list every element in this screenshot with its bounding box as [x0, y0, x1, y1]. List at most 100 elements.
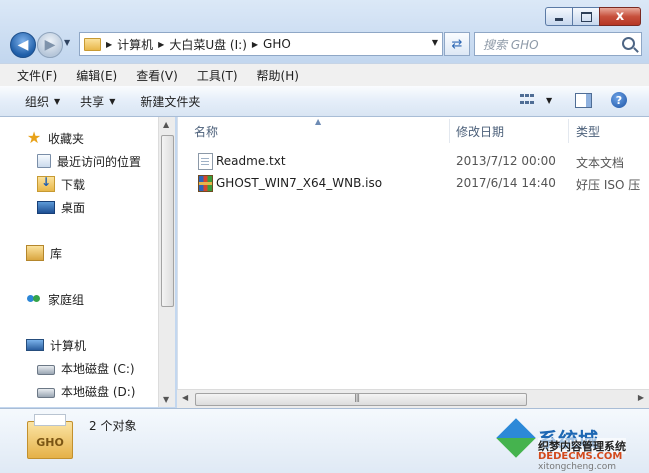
nav-label: 收藏夹	[48, 131, 85, 146]
command-bar: 组织 ▼ 共享 ▼ 新建文件夹 ▼ ?	[0, 86, 649, 117]
breadcrumb-gho[interactable]: GHO	[263, 37, 291, 51]
file-row[interactable]: GHOST_WIN7_X64_WNB.iso 2017/6/14 14:40 好…	[178, 173, 649, 193]
file-type: 好压 ISO 压	[576, 178, 641, 192]
maximize-button[interactable]	[572, 7, 599, 26]
nav-label: 计算机	[50, 338, 87, 353]
homegroup-icon	[26, 292, 42, 306]
scroll-down-icon[interactable]: ▼	[163, 395, 169, 404]
search-placeholder: 搜索 GHO	[483, 37, 539, 52]
nav-label: 家庭组	[48, 292, 85, 307]
nav-label: 本地磁盘 (C:)	[61, 361, 135, 376]
nav-desktop[interactable]: 桌面	[37, 198, 85, 216]
address-dropdown-icon[interactable]: ▼	[432, 38, 438, 47]
close-icon: x	[615, 9, 625, 24]
column-divider[interactable]	[449, 119, 450, 143]
new-folder-button[interactable]: 新建文件夹	[140, 93, 200, 110]
view-details-icon	[520, 94, 534, 106]
nav-downloads[interactable]: 下载	[37, 175, 85, 193]
back-button[interactable]: ◀	[10, 32, 36, 58]
scroll-grip-icon: |||	[354, 393, 360, 402]
breadcrumb-separator-icon[interactable]: ▶	[106, 40, 112, 49]
nav-label: 下载	[61, 177, 86, 192]
chevron-down-icon: ▼	[54, 96, 61, 106]
refresh-button[interactable]: ⇄	[444, 32, 470, 56]
preview-pane-button[interactable]	[575, 93, 592, 108]
change-view-button[interactable]: ▼	[520, 94, 552, 106]
breadcrumb-usb-drive[interactable]: 大白菜U盘 (I:)	[169, 36, 247, 53]
library-icon	[26, 245, 44, 261]
share-label: 共享	[80, 94, 105, 109]
scroll-right-icon[interactable]: ▶	[638, 393, 644, 402]
caption-buttons: x	[545, 7, 641, 26]
scroll-thumb[interactable]	[195, 393, 527, 406]
computer-icon	[26, 339, 44, 351]
search-icon[interactable]	[622, 37, 635, 50]
nav-label: 桌面	[61, 200, 86, 215]
file-list: ▲ 名称 修改日期 类型 Readme.txt 2013/7/12 00:00 …	[177, 117, 649, 407]
hard-disk-icon	[37, 365, 55, 375]
nav-computer[interactable]: 计算机	[26, 336, 86, 354]
file-date: 2017/6/14 14:40	[456, 176, 556, 190]
breadcrumb-separator-icon[interactable]: ▶	[158, 40, 164, 49]
file-name: GHOST_WIN7_X64_WNB.iso	[216, 176, 383, 190]
file-date: 2013/7/12 00:00	[456, 154, 556, 168]
column-name[interactable]: 名称	[194, 123, 218, 140]
file-name: Readme.txt	[216, 154, 286, 168]
sort-ascending-icon: ▲	[315, 117, 322, 126]
star-icon: ★	[26, 128, 42, 147]
explorer-window: x ◀ ▶ ▼ ▶ 计算机 ▶ 大白菜U盘 (I:) ▶ GHO ▼ ⇄ 搜索 …	[0, 0, 649, 473]
refresh-icon: ⇄	[451, 36, 463, 52]
organize-label: 组织	[25, 94, 50, 109]
nav-label: 库	[50, 246, 63, 261]
breadcrumb-separator-icon[interactable]: ▶	[252, 40, 258, 49]
site-watermark: 系统城 织梦内容管理系统 DEDECMS.COM xitongcheng.com	[496, 418, 649, 473]
organize-button[interactable]: 组织 ▼	[25, 93, 60, 110]
column-date-modified[interactable]: 修改日期	[456, 123, 504, 140]
forward-button[interactable]: ▶	[37, 32, 63, 58]
nav-drive-d[interactable]: 本地磁盘 (D:)	[37, 382, 135, 400]
menu-help[interactable]: 帮助(H)	[257, 67, 306, 84]
desktop-icon	[37, 200, 55, 214]
minimize-icon	[555, 18, 563, 21]
nav-libraries[interactable]: 库	[26, 244, 62, 262]
column-type[interactable]: 类型	[576, 123, 600, 140]
breadcrumb-computer[interactable]: 计算机	[117, 36, 153, 53]
menu-file[interactable]: 文件(F)	[0, 67, 64, 84]
file-row[interactable]: Readme.txt 2013/7/12 00:00 文本文档	[178, 151, 649, 171]
minimize-button[interactable]	[545, 7, 572, 26]
chevron-down-icon[interactable]: ▼	[546, 96, 552, 105]
maximize-icon	[580, 11, 592, 22]
scroll-thumb[interactable]	[161, 135, 174, 307]
scroll-left-icon[interactable]: ◀	[182, 393, 188, 402]
menu-view[interactable]: 查看(V)	[136, 67, 185, 84]
text-file-icon	[198, 153, 213, 170]
menu-tools[interactable]: 工具(T)	[197, 67, 245, 84]
object-count: 2 个对象	[89, 419, 137, 433]
nav-recent-places[interactable]: 最近访问的位置	[37, 152, 141, 170]
nav-drive-c[interactable]: 本地磁盘 (C:)	[37, 359, 135, 377]
share-button[interactable]: 共享 ▼	[80, 93, 115, 110]
nav-label: 最近访问的位置	[57, 154, 142, 169]
navigation-scrollbar[interactable]: ▲ ▼	[158, 117, 175, 407]
recent-places-icon	[37, 154, 51, 168]
navigation-pane: ★ 收藏夹 最近访问的位置 下载 桌面 库 家庭组 计算机 本地磁	[0, 117, 174, 407]
file-list-horizontal-scrollbar[interactable]: ◀ ||| ▶	[177, 389, 649, 408]
scroll-up-icon[interactable]: ▲	[163, 120, 169, 129]
hard-disk-icon	[37, 388, 55, 398]
close-button[interactable]: x	[599, 7, 641, 26]
watermark-domain: DEDECMS.COM	[538, 451, 623, 462]
menu-edit[interactable]: 编辑(E)	[76, 67, 124, 84]
back-arrow-icon: ◀	[17, 37, 29, 53]
folder-icon: GHO	[27, 414, 73, 459]
file-type: 文本文档	[576, 156, 625, 170]
address-bar[interactable]: ▶ 计算机 ▶ 大白菜U盘 (I:) ▶ GHO ▼	[79, 32, 443, 56]
downloads-icon	[37, 175, 55, 192]
nav-homegroup[interactable]: 家庭组	[26, 290, 84, 308]
nav-favorites[interactable]: ★ 收藏夹	[26, 129, 84, 147]
iso-archive-icon	[198, 175, 213, 192]
recent-pages-dropdown[interactable]: ▼	[64, 38, 70, 47]
column-divider[interactable]	[568, 119, 569, 143]
help-icon[interactable]: ?	[611, 92, 627, 108]
folder-icon	[84, 37, 101, 51]
search-input[interactable]: 搜索 GHO	[474, 32, 642, 56]
